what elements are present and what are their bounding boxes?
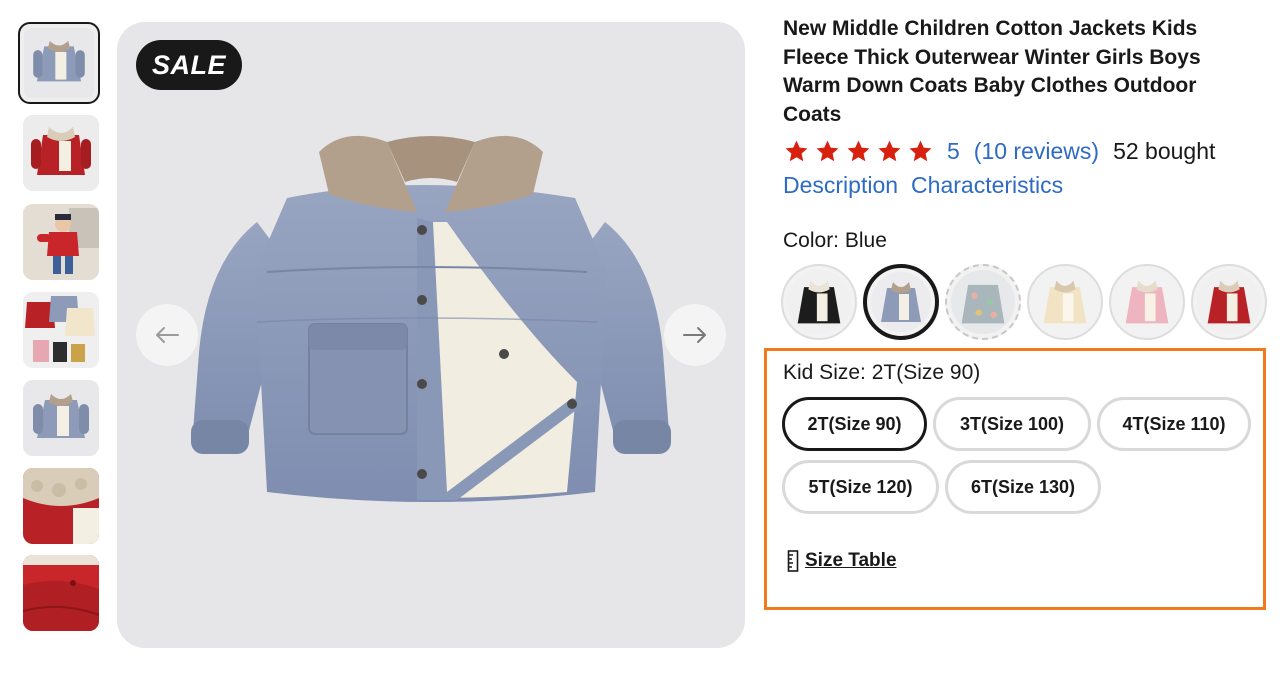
blue-coat-image: [191, 135, 671, 502]
color-swatch-floral[interactable]: [945, 264, 1021, 340]
color-swatch-blue[interactable]: [863, 264, 939, 340]
rating-value-link[interactable]: 5: [947, 138, 960, 165]
reviews-link[interactable]: (10 reviews): [974, 138, 1099, 165]
color-swatch-pink[interactable]: [1109, 264, 1185, 340]
color-label: Color: Blue: [783, 229, 887, 252]
color-swatch-cream[interactable]: [1027, 264, 1103, 340]
star-icon: [909, 140, 932, 161]
rating-row: 5 (10 reviews) 52 bought: [784, 134, 1215, 168]
description-link[interactable]: Description: [783, 172, 898, 199]
main-product-image: SALE: [117, 22, 745, 648]
rating-stars: [784, 139, 933, 164]
thumbnail-blue-coat[interactable]: [18, 22, 100, 104]
size-option-6t[interactable]: 6T(Size 130): [945, 460, 1101, 514]
color-swatch-black[interactable]: [781, 264, 857, 340]
size-table-link[interactable]: Size Table: [787, 550, 897, 572]
thumbnail-red-coat[interactable]: [23, 115, 99, 191]
thumbnail-coat-set[interactable]: [23, 292, 99, 368]
characteristics-link[interactable]: Characteristics: [911, 172, 1063, 199]
star-icon: [785, 140, 808, 161]
arrow-right-icon: [683, 327, 706, 343]
sale-badge: SALE: [136, 40, 243, 90]
size-option-2t[interactable]: 2T(Size 90): [782, 397, 927, 451]
thumbnail-collar-detail[interactable]: [23, 468, 99, 544]
size-option-3t[interactable]: 3T(Size 100): [933, 397, 1091, 451]
ruler-icon: [787, 550, 799, 572]
bought-count: 52 bought: [1113, 137, 1216, 164]
size-label: Kid Size: 2T(Size 90): [783, 361, 981, 384]
star-icon: [878, 140, 901, 161]
next-image-button[interactable]: [664, 304, 726, 366]
thumbnail-blue-coat-alt[interactable]: [23, 380, 99, 456]
thumbnail-child-red-coat[interactable]: [23, 204, 99, 280]
thumbnail-red-fabric-detail[interactable]: [23, 555, 99, 631]
size-option-5t[interactable]: 5T(Size 120): [782, 460, 939, 514]
size-option-4t[interactable]: 4T(Size 110): [1097, 397, 1251, 451]
star-icon: [816, 140, 839, 161]
previous-image-button[interactable]: [136, 304, 198, 366]
star-icon: [847, 140, 870, 161]
arrow-left-icon: [156, 327, 179, 343]
size-table-label: Size Table: [805, 550, 897, 571]
product-section-links: Description Characteristics: [783, 172, 1063, 199]
color-swatch-red[interactable]: [1191, 264, 1267, 340]
product-title: New Middle Children Cotton Jackets Kids …: [783, 17, 1201, 126]
